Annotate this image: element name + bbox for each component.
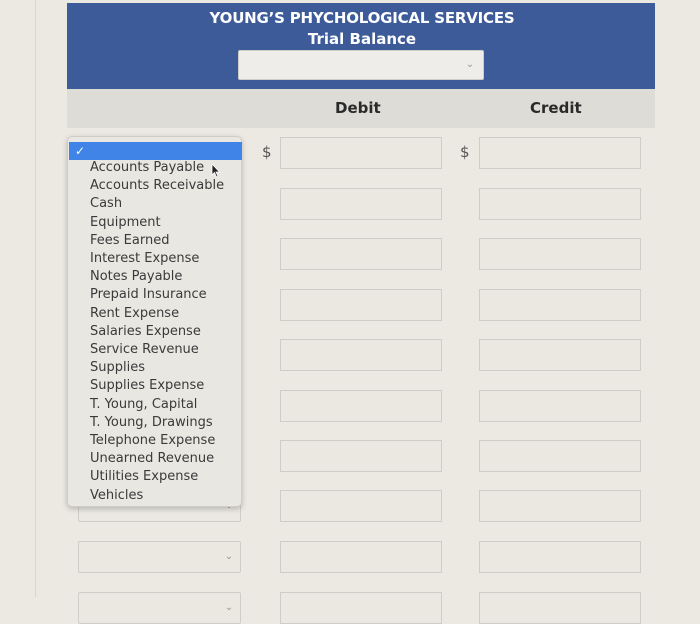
dropdown-option[interactable]: Rent Expense xyxy=(90,305,224,323)
dropdown-option[interactable]: T. Young, Drawings xyxy=(90,414,224,432)
account-dropdown-menu[interactable]: ✓ Accounts Payable Accounts Receivable Cas… xyxy=(67,136,242,507)
dropdown-option[interactable]: Telephone Expense xyxy=(90,432,224,450)
credit-column-header: Credit xyxy=(530,99,582,117)
dropdown-option[interactable]: T. Young, Capital xyxy=(90,396,224,414)
column-header-bar: Debit Credit xyxy=(67,89,655,128)
dropdown-option[interactable]: Equipment xyxy=(90,214,224,232)
credit-amount-input[interactable] xyxy=(479,188,641,220)
dropdown-option[interactable]: Supplies xyxy=(90,359,224,377)
dropdown-selected-blank-option[interactable]: ✓ xyxy=(69,142,242,160)
credit-amount-input[interactable] xyxy=(479,490,641,522)
company-name: YOUNG’S PHYCHOLOGICAL SERVICES xyxy=(209,9,515,27)
debit-amount-input[interactable] xyxy=(280,440,442,472)
chevron-down-icon: ⌄ xyxy=(224,551,234,562)
debit-amount-input[interactable] xyxy=(280,339,442,371)
dropdown-option[interactable]: Service Revenue xyxy=(90,341,224,359)
debit-amount-input[interactable] xyxy=(280,137,442,169)
statement-header: YOUNG’S PHYCHOLOGICAL SERVICES Trial Bal… xyxy=(67,3,655,89)
dropdown-option-list: Accounts Payable Accounts Receivable Cash E… xyxy=(90,159,224,505)
credit-amount-input[interactable] xyxy=(479,390,641,422)
dropdown-option[interactable]: Vehicles xyxy=(90,487,224,505)
dropdown-option[interactable]: Unearned Revenue xyxy=(90,450,224,468)
credit-amount-input[interactable] xyxy=(479,137,641,169)
dropdown-option[interactable]: Interest Expense xyxy=(90,250,224,268)
dropdown-option[interactable]: Accounts Payable xyxy=(90,159,224,177)
account-select[interactable]: ⌄ xyxy=(78,541,241,573)
dropdown-option[interactable]: Fees Earned xyxy=(90,232,224,250)
date-select[interactable]: ⌄ xyxy=(238,50,484,80)
debit-amount-input[interactable] xyxy=(280,490,442,522)
debit-amount-input[interactable] xyxy=(280,390,442,422)
dropdown-option[interactable]: Utilities Expense xyxy=(90,468,224,486)
trial-balance-row: ⌄ xyxy=(0,541,700,573)
debit-amount-input[interactable] xyxy=(280,238,442,270)
credit-amount-input[interactable] xyxy=(479,440,641,472)
checkmark-icon: ✓ xyxy=(75,144,86,158)
dropdown-option[interactable]: Notes Payable xyxy=(90,268,224,286)
debit-amount-input[interactable] xyxy=(280,289,442,321)
debit-amount-input[interactable] xyxy=(280,541,442,573)
dropdown-option[interactable]: Supplies Expense xyxy=(90,377,224,395)
credit-amount-input[interactable] xyxy=(479,289,641,321)
dropdown-option[interactable]: Accounts Receivable xyxy=(90,177,224,195)
debit-column-header: Debit xyxy=(335,99,381,117)
chevron-down-icon: ⌄ xyxy=(465,59,475,70)
dropdown-option[interactable]: Prepaid Insurance xyxy=(90,286,224,304)
dropdown-option[interactable]: Salaries Expense xyxy=(90,323,224,341)
debit-dollar-sign: $ xyxy=(262,143,272,161)
credit-dollar-sign: $ xyxy=(460,143,470,161)
dropdown-option[interactable]: Cash xyxy=(90,195,224,213)
statement-title: Trial Balance xyxy=(307,30,417,48)
debit-amount-input[interactable] xyxy=(280,188,442,220)
credit-amount-input[interactable] xyxy=(479,238,641,270)
chevron-down-icon: ⌄ xyxy=(224,602,234,613)
credit-amount-input[interactable] xyxy=(479,339,641,371)
mouse-cursor-icon xyxy=(211,164,221,178)
credit-amount-input[interactable] xyxy=(479,541,641,573)
